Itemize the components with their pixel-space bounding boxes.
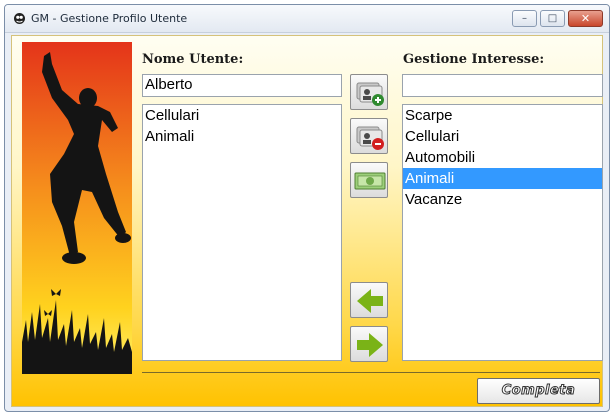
move-right-button[interactable] [350, 326, 388, 362]
remove-user-icon [356, 126, 384, 150]
window-title: GM - Gestione Profilo Utente [31, 12, 188, 25]
interest-option-item-automobili[interactable]: Automobili [403, 147, 602, 168]
arrow-left-icon [357, 289, 383, 313]
jumping-silhouette-banner-image [22, 42, 132, 374]
interest-option-item-vacanze[interactable]: Vacanze [403, 189, 602, 210]
maximize-icon: □ [547, 13, 558, 24]
minimize-icon: – [522, 13, 527, 24]
footer-divider [142, 372, 600, 373]
user-interest-item-animali[interactable]: Animali [143, 126, 341, 147]
app-logo-icon [14, 13, 25, 24]
interest-option-item-cellulari[interactable]: Cellulari [403, 126, 602, 147]
user-interest-item-cellulari[interactable]: Cellulari [143, 105, 341, 126]
money-icon [354, 172, 386, 190]
add-user-button[interactable] [350, 74, 388, 110]
interest-option-item-scarpe[interactable]: Scarpe [403, 105, 602, 126]
interest-input-field[interactable] [402, 74, 603, 97]
maximize-button[interactable]: □ [540, 10, 565, 27]
close-icon: ✕ [580, 12, 591, 25]
minimize-button[interactable]: – [512, 10, 537, 27]
app-window: GM - Gestione Profilo Utente – □ ✕ Nome … [4, 4, 610, 412]
close-button[interactable]: ✕ [568, 10, 603, 27]
arrow-right-icon [357, 333, 383, 357]
complete-button[interactable]: Completa [477, 378, 600, 404]
move-left-button[interactable] [350, 282, 388, 318]
form-client-area: Nome Utente: Alberto Cellulari Animali G… [11, 35, 603, 407]
user-name-label: Nome Utente: [142, 52, 244, 67]
user-name-field[interactable]: Alberto [142, 74, 342, 97]
window-controls: – □ ✕ [512, 10, 603, 27]
title-bar[interactable]: GM - Gestione Profilo Utente – □ ✕ [5, 5, 609, 33]
interest-management-label: Gestione Interesse: [403, 52, 545, 67]
interest-option-item-animali[interactable]: Animali [403, 168, 602, 189]
money-button[interactable] [350, 162, 388, 198]
interest-options-list[interactable]: Scarpe Cellulari Automobili Animali Vacanze [402, 104, 603, 361]
add-user-icon [356, 82, 384, 106]
complete-button-label: Completa [501, 383, 576, 399]
remove-user-button[interactable] [350, 118, 388, 154]
user-interests-list[interactable]: Cellulari Animali [142, 104, 342, 361]
